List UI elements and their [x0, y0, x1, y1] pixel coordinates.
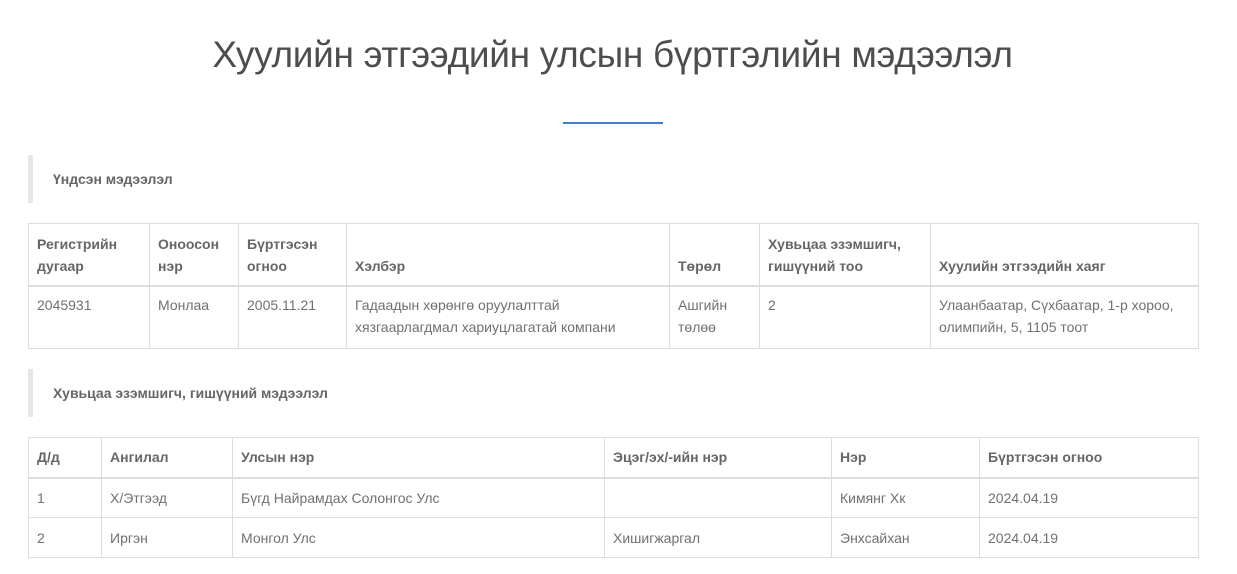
column-header-name: Оноосон нэр	[149, 223, 239, 287]
cell-category: Х/Этгээд	[101, 477, 233, 518]
cell-category: Иргэн	[101, 517, 233, 558]
page-title: Хуулийн этгээдийн улсын бүртгэлийн мэдээ…	[212, 34, 1013, 75]
cell-country: Бүгд Найрамдах Солонгос Улс	[232, 477, 605, 518]
cell-member-name: Энхсайхан	[831, 517, 980, 558]
column-header-address: Хуулийн этгээдийн хаяг	[930, 223, 1199, 287]
title-underline	[563, 122, 663, 124]
cell-member-registered-date: 2024.04.19	[979, 517, 1199, 558]
column-header-category: Ангилал	[101, 437, 233, 479]
cell-index: 2	[28, 517, 102, 558]
cell-parent-name	[604, 477, 832, 518]
column-header-member-registered-date: Бүртгэсэн огноо	[979, 437, 1199, 479]
column-header-member-name: Нэр	[831, 437, 980, 479]
column-header-registered-date: Бүртгэсэн огноо	[238, 223, 347, 287]
cell-parent-name: Хишигжаргал	[604, 517, 832, 558]
column-header-parent-name: Эцэг/эх/-ийн нэр	[604, 437, 832, 479]
table-row: 2045931 Монлаа 2005.11.21 Гадаадын хөрөн…	[28, 285, 1199, 349]
basic-info-table: Регистрийн дугаар Оноосон нэр Бүртгэсэн …	[28, 223, 1199, 349]
cell-index: 1	[28, 477, 102, 518]
column-header-member-count: Хувьцаа эзэмшигч, гишүүний тоо	[759, 223, 931, 287]
cell-type: Ашгийн төлөө	[669, 285, 760, 349]
section-header-basic-info: Үндсэн мэдээлэл	[28, 155, 1198, 203]
members-table: Д/д Ангилал Улсын нэр Эцэг/эх/-ийн нэр Н…	[28, 437, 1199, 558]
section-header-members-info: Хувьцаа эзэмшигч, гишүүний мэдээлэл	[28, 369, 1198, 417]
cell-member-registered-date: 2024.04.19	[979, 477, 1199, 518]
cell-form: Гадаадын хөрөнгө оруулалттай хязгаарлагд…	[346, 285, 670, 349]
column-header-index: Д/д	[28, 437, 102, 479]
cell-member-name: Кимянг Хк	[831, 477, 980, 518]
table-row: 1 Х/Этгээд Бүгд Найрамдах Солонгос Улс К…	[28, 477, 1199, 518]
column-header-register-number: Регистрийн дугаар	[28, 223, 150, 287]
cell-country: Монгол Улс	[232, 517, 605, 558]
cell-member-count: 2	[759, 285, 931, 349]
cell-registered-date: 2005.11.21	[238, 285, 347, 349]
cell-address: Улаанбаатар, Сүхбаатар, 1-р хороо, олимп…	[930, 285, 1199, 349]
section-title-basic-info: Үндсэн мэдээлэл	[53, 171, 173, 187]
cell-register-number: 2045931	[28, 285, 150, 349]
table-header-row: Регистрийн дугаар Оноосон нэр Бүртгэсэн …	[28, 223, 1199, 287]
section-title-members-info: Хувьцаа эзэмшигч, гишүүний мэдээлэл	[53, 385, 328, 401]
column-header-country: Улсын нэр	[232, 437, 605, 479]
table-header-row: Д/д Ангилал Улсын нэр Эцэг/эх/-ийн нэр Н…	[28, 437, 1199, 479]
column-header-type: Төрөл	[669, 223, 760, 287]
table-row: 2 Иргэн Монгол Улс Хишигжаргал Энхсайхан…	[28, 517, 1199, 558]
column-header-form: Хэлбэр	[346, 223, 670, 287]
cell-name: Монлаа	[149, 285, 239, 349]
